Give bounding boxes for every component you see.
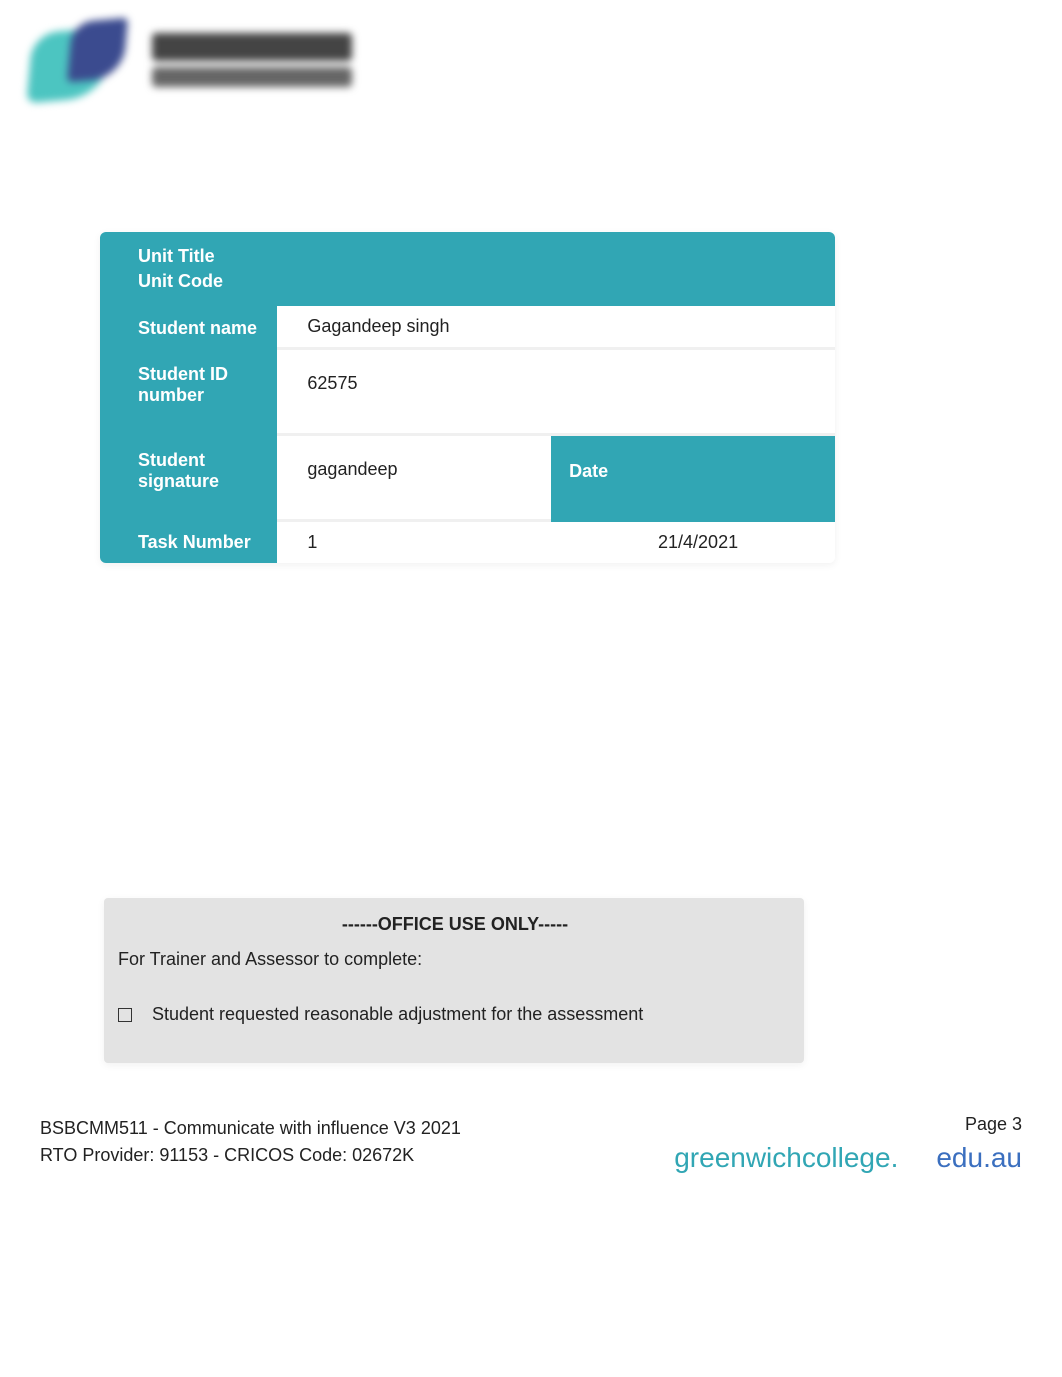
value-student-name: Gagandeep singh — [277, 306, 835, 350]
value-unit-code — [277, 269, 835, 306]
row-unit-title: Unit Title — [100, 232, 835, 269]
reasonable-adjustment-row: Student requested reasonable adjustment … — [118, 1004, 792, 1025]
office-for-trainer-line: For Trainer and Assessor to complete: — [118, 949, 792, 970]
value-student-signature: gagandeep — [277, 436, 551, 522]
logo-wordmark — [152, 33, 352, 87]
row-task-number: Task Number 1 21/4/2021 — [100, 522, 835, 563]
office-use-box: ------OFFICE USE ONLY----- For Trainer a… — [104, 898, 804, 1063]
value-unit-title — [277, 232, 835, 269]
label-task-number: Task Number — [100, 522, 277, 563]
office-use-title: ------OFFICE USE ONLY----- — [118, 914, 792, 935]
label-student-name: Student name — [100, 306, 277, 350]
label-date: Date — [551, 436, 835, 522]
row-unit-code: Unit Code — [100, 269, 835, 306]
label-student-signature: Student signature — [100, 436, 277, 522]
value-task-number: 1 — [277, 522, 551, 563]
label-unit-title: Unit Title — [100, 232, 277, 269]
value-student-id: 62575 — [277, 350, 835, 436]
footer-unit-info: BSBCMM511 - Communicate with influence V… — [40, 1118, 1022, 1139]
label-unit-code: Unit Code — [100, 269, 277, 306]
label-student-id: Student ID number — [100, 350, 277, 436]
footer-domain-left: greenwichcollege. — [674, 1142, 898, 1173]
footer-page-number: Page 3 — [965, 1114, 1022, 1135]
assessment-info-table: Unit Title Unit Code Student name Gagand… — [100, 232, 835, 563]
row-student-signature: Student signature gagandeep Date — [100, 436, 835, 522]
row-student-name: Student name Gagandeep singh — [100, 306, 835, 350]
value-date: 21/4/2021 — [551, 522, 835, 563]
checkbox-icon[interactable] — [118, 1008, 132, 1022]
footer-domain-right: edu.au — [936, 1142, 1022, 1173]
reasonable-adjustment-text: Student requested reasonable adjustment … — [152, 1004, 643, 1025]
college-logo — [30, 10, 390, 110]
logo-mark-icon — [30, 20, 140, 100]
footer-domain: greenwichcollege. edu.au — [674, 1142, 1022, 1174]
page-footer: BSBCMM511 - Communicate with influence V… — [40, 1118, 1022, 1166]
row-student-id: Student ID number 62575 — [100, 350, 835, 436]
